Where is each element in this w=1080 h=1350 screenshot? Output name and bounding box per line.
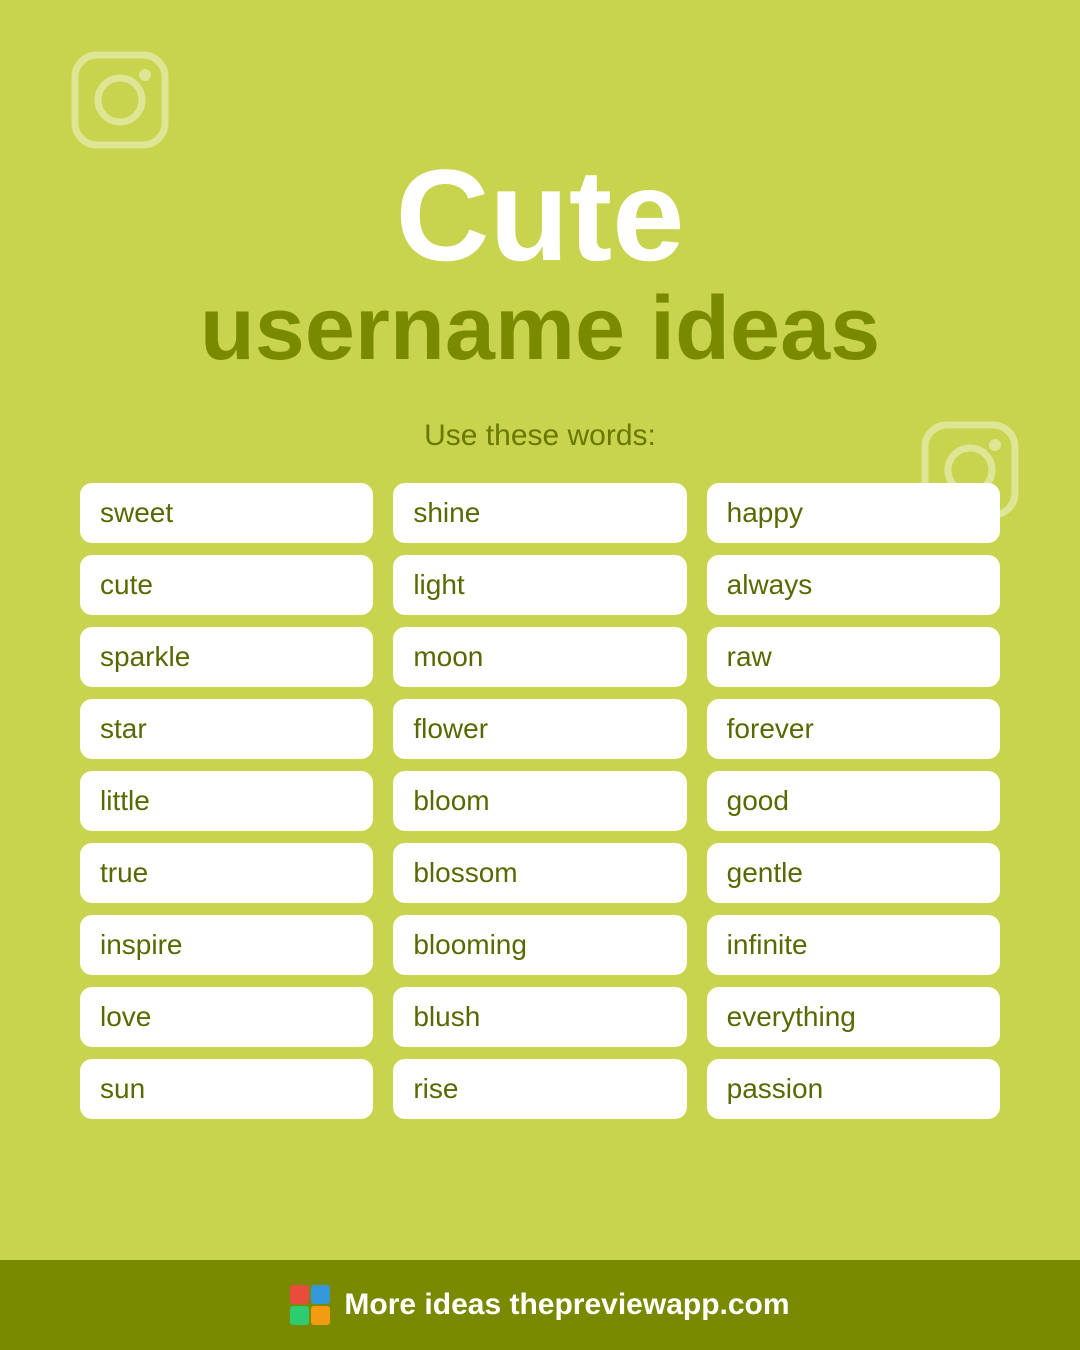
word-chip: blossom xyxy=(393,843,686,903)
word-chip: flower xyxy=(393,699,686,759)
word-chip: shine xyxy=(393,483,686,543)
main-content: Cute username ideas Use these words: swe… xyxy=(0,0,1080,1260)
column-2: happyalwaysrawforevergoodgentleinfinitee… xyxy=(707,483,1000,1119)
word-chip: sparkle xyxy=(80,627,373,687)
footer-logo xyxy=(290,1285,330,1325)
word-chip: sweet xyxy=(80,483,373,543)
column-0: sweet cute sparkle star little true inspire lov… xyxy=(80,483,373,1119)
word-chip: little xyxy=(80,771,373,831)
title-subtitle: username ideas xyxy=(200,280,880,379)
word-chip: star xyxy=(80,699,373,759)
word-chip: cute xyxy=(80,555,373,615)
word-chip: forever xyxy=(707,699,1000,759)
use-words-label: Use these words: xyxy=(424,419,656,453)
word-chip: passion xyxy=(707,1059,1000,1119)
word-chip: gentle xyxy=(707,843,1000,903)
title-section: Cute username ideas xyxy=(200,150,880,379)
word-chip: good xyxy=(707,771,1000,831)
footer: More ideas thepreviewapp.com xyxy=(0,1260,1080,1350)
word-chip: everything xyxy=(707,987,1000,1047)
footer-text: More ideas thepreviewapp.com xyxy=(344,1288,789,1322)
word-chip: infinite xyxy=(707,915,1000,975)
word-chip: moon xyxy=(393,627,686,687)
instagram-icon-top-left xyxy=(70,50,170,150)
word-chip: light xyxy=(393,555,686,615)
instagram-icon-mid-right xyxy=(920,420,1020,520)
word-chip: always xyxy=(707,555,1000,615)
title-cute: Cute xyxy=(200,150,880,280)
word-chip: raw xyxy=(707,627,1000,687)
word-chip: rise xyxy=(393,1059,686,1119)
word-chip: blush xyxy=(393,987,686,1047)
column-1: shine light moon flower bloom blossom blooming… xyxy=(393,483,686,1119)
word-chip: inspire xyxy=(80,915,373,975)
word-chip: true xyxy=(80,843,373,903)
words-grid: sweet cute sparkle star little true inspire lov… xyxy=(0,483,1080,1119)
word-chip: blooming xyxy=(393,915,686,975)
word-chip: sun xyxy=(80,1059,373,1119)
word-chip: bloom xyxy=(393,771,686,831)
word-chip: love xyxy=(80,987,373,1047)
